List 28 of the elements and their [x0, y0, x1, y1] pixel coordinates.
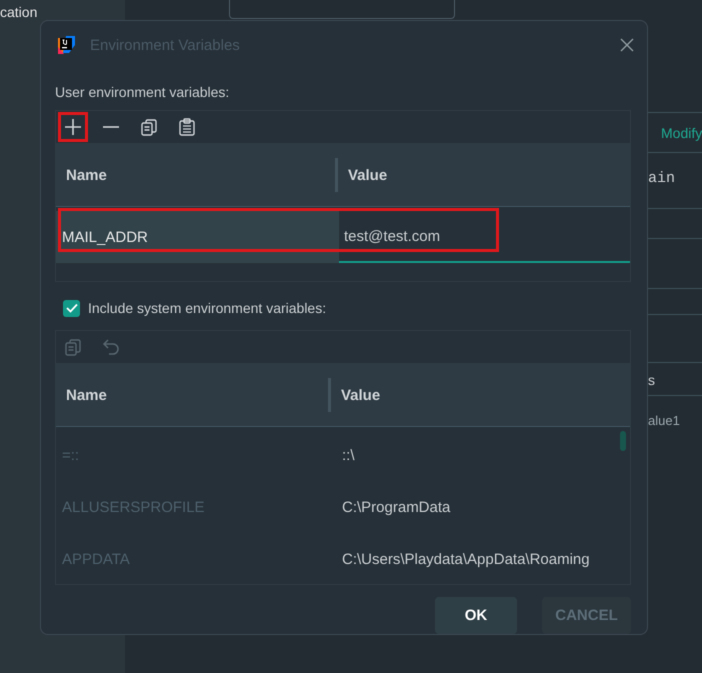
- close-icon[interactable]: [619, 37, 635, 53]
- undo-icon: [102, 339, 120, 355]
- remove-icon: [102, 125, 120, 129]
- ok-button[interactable]: OK: [435, 597, 517, 634]
- copy-icon: [141, 118, 157, 136]
- name-cell[interactable]: MAIL_ADDR: [56, 211, 339, 263]
- field-label: s: [648, 372, 655, 388]
- modify-link[interactable]: Modify: [661, 125, 702, 141]
- sidebar-item[interactable]: cation: [0, 4, 38, 20]
- section-label: User environment variables:: [55, 84, 230, 102]
- value-cell[interactable]: C:\Users\Playdata\AppData\Roaming: [332, 533, 630, 584]
- add-icon: [64, 118, 82, 136]
- value-cell[interactable]: C:\ProgramData: [332, 481, 630, 533]
- column-header[interactable]: Value: [331, 386, 380, 404]
- clipboard-icon: [179, 118, 195, 136]
- value-input-field[interactable]: test@test.com: [339, 211, 630, 263]
- checkbox-label: Include system environment variables:: [88, 300, 326, 316]
- column-header[interactable]: Value: [338, 166, 388, 184]
- field-value: ain: [648, 170, 676, 187]
- app-logo-icon: [56, 35, 76, 55]
- scrollbar-thumb[interactable]: [620, 431, 626, 451]
- value-cell[interactable]: ::\: [332, 429, 630, 481]
- add-button[interactable]: [58, 112, 88, 142]
- copy-icon: [65, 338, 81, 356]
- include-system-checkbox[interactable]: [63, 300, 80, 316]
- table-cell: alue1: [648, 413, 680, 428]
- column-header[interactable]: Name: [56, 166, 335, 184]
- column-header[interactable]: Name: [56, 386, 328, 404]
